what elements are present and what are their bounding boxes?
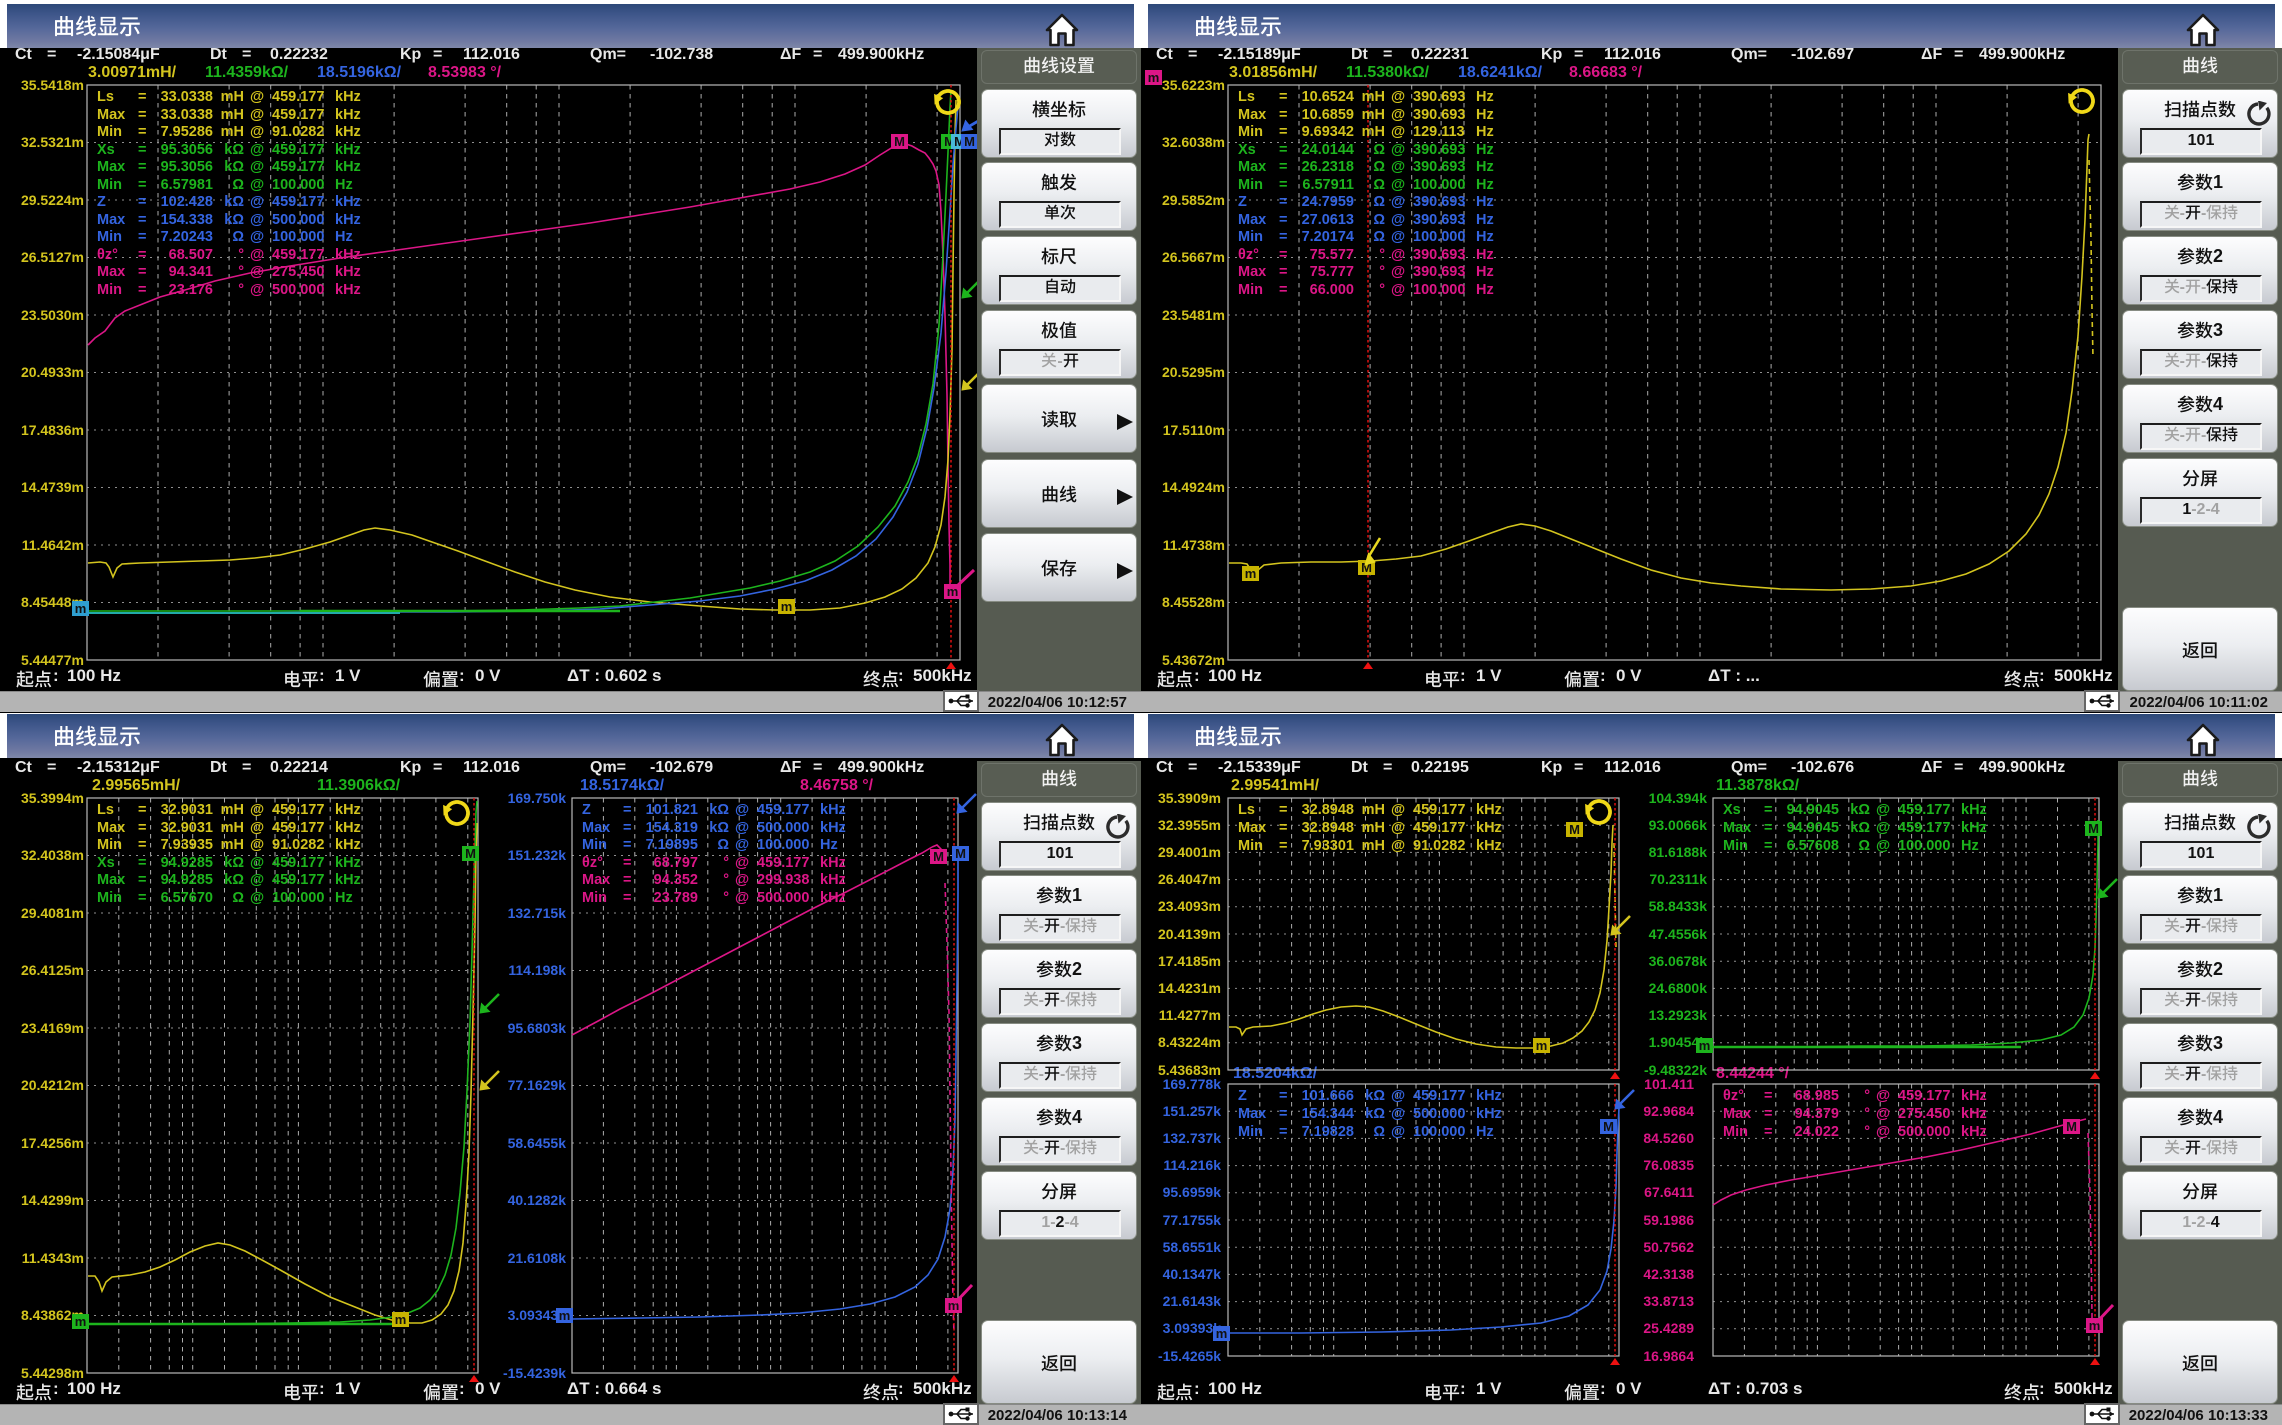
svg-text:M: M	[2066, 1119, 2077, 1134]
svg-text:M: M	[1569, 822, 1580, 837]
svg-text:m: m	[1148, 70, 1160, 85]
svg-text:m: m	[75, 601, 87, 616]
svg-text:m: m	[781, 599, 793, 614]
svg-text:m: m	[1699, 1038, 1711, 1053]
svg-text:M: M	[955, 846, 966, 861]
svg-text:M: M	[1603, 1119, 1614, 1134]
svg-text:m: m	[395, 1312, 407, 1327]
svg-text:m: m	[1536, 1038, 1548, 1053]
svg-text:m: m	[75, 1314, 87, 1329]
svg-text:M: M	[964, 134, 975, 149]
svg-text:m: m	[1216, 1326, 1228, 1341]
svg-text:M: M	[2088, 821, 2099, 836]
svg-text:m: m	[559, 1308, 571, 1323]
svg-text:M: M	[933, 849, 944, 864]
svg-text:M: M	[465, 846, 476, 861]
svg-text:M: M	[894, 134, 905, 149]
svg-text:m: m	[1245, 566, 1257, 581]
